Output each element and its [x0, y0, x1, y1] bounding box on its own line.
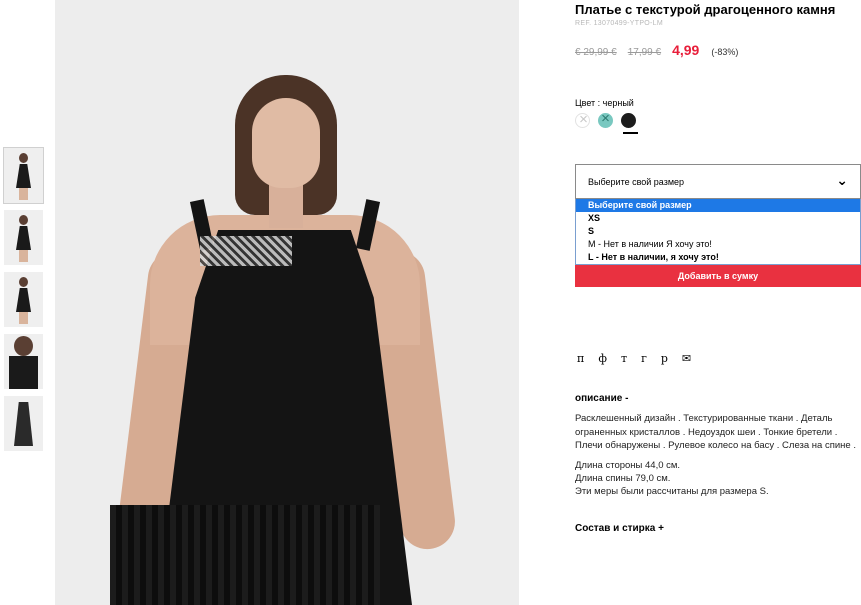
thumbnail-1[interactable] — [3, 147, 44, 204]
share-icon-t[interactable]: т — [621, 352, 627, 365]
size-select[interactable]: Выберите свой размер ⌄ — [575, 164, 861, 199]
thumbnail-2[interactable] — [4, 210, 43, 265]
back-length: Длина спины 79,0 см. — [575, 473, 671, 484]
size-option-s[interactable]: S — [576, 225, 860, 238]
color-swatch-teal[interactable] — [598, 110, 613, 128]
size-option-xs[interactable]: XS — [576, 212, 860, 225]
share-icon-r[interactable]: р — [661, 352, 668, 365]
price-previous: 17,99 € — [627, 47, 662, 58]
price-block: € 29,99 € 17,99 € 4,99 (-83%) — [575, 42, 738, 58]
size-option-placeholder[interactable]: Выберите свой размер — [576, 199, 860, 212]
share-icon-p[interactable]: п — [577, 352, 584, 365]
description-text: Расклешенный дизайн . Текстурированные т… — [575, 413, 856, 451]
measured-note: Эти меры были рассчитаны для размера S. — [575, 486, 769, 497]
price-original: € 29,99 € — [575, 47, 617, 58]
share-icon-g[interactable]: г — [641, 352, 647, 365]
product-ref: REF. 13070499-YTPO-LM — [575, 20, 664, 27]
size-select-value: Выберите свой размер — [588, 177, 685, 187]
share-icon-f[interactable]: ф — [598, 352, 607, 365]
color-swatch-white[interactable] — [575, 111, 591, 128]
product-main-image — [55, 0, 519, 605]
share-links: п ф т г р ✉ — [577, 352, 691, 365]
price-current: 4,99 — [672, 42, 700, 58]
side-length: Длина стороны 44,0 см. — [575, 460, 681, 471]
selected-color-indicator — [623, 132, 638, 134]
composition-toggle[interactable]: Состав и стирка + — [575, 523, 664, 534]
color-swatch-black[interactable] — [621, 113, 636, 128]
size-option-m[interactable]: M - Нет в наличии Я хочу это! — [576, 238, 860, 251]
thumbnail-5[interactable] — [4, 396, 43, 451]
add-to-bag-label: Добавить в сумку — [677, 270, 759, 281]
thumbnail-3[interactable] — [4, 272, 43, 327]
size-option-l[interactable]: L - Нет в наличии, я хочу это! — [576, 251, 860, 264]
measurements: Длина стороны 44,0 см. Длина спины 79,0 … — [575, 459, 769, 498]
thumbnail-4[interactable] — [4, 334, 43, 389]
discount-badge: (-83%) — [711, 47, 739, 57]
chevron-down-icon: ⌄ — [836, 172, 848, 188]
color-label: Цвет : черный — [575, 98, 634, 108]
size-dropdown: Выберите свой размер XS S M - Нет в нали… — [575, 199, 861, 265]
mail-icon[interactable]: ✉ — [682, 352, 691, 365]
description-heading[interactable]: описание - — [575, 393, 628, 404]
product-title: Платье с текстурой драгоценного камня — [575, 2, 836, 17]
thumbnail-list — [3, 147, 44, 458]
add-to-bag-button[interactable]: Добавить в сумку — [575, 262, 861, 287]
color-swatches — [575, 110, 636, 128]
